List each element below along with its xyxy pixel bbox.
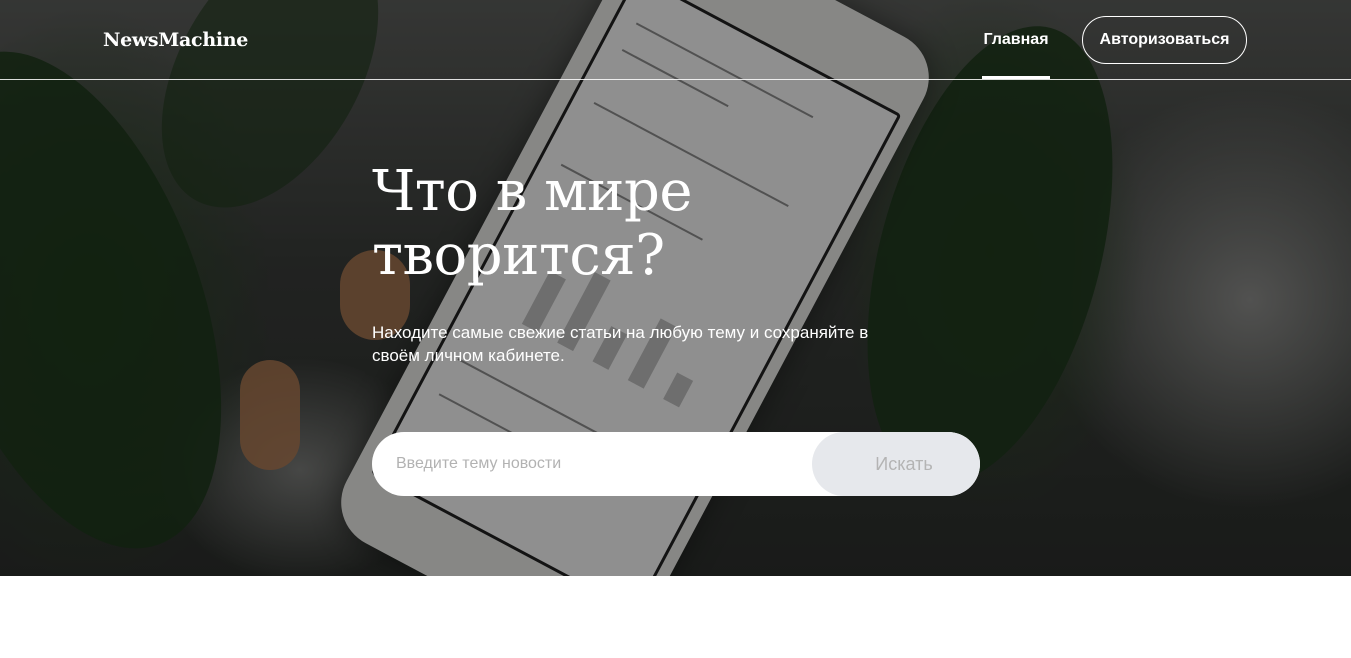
search-button[interactable]: Искать xyxy=(812,432,980,496)
hero-section: NewsMachine Главная Авторизоваться Что в… xyxy=(0,0,1351,576)
nav-link-home[interactable]: Главная xyxy=(982,0,1050,79)
top-navigation-bar: NewsMachine Главная Авторизоваться xyxy=(0,0,1351,80)
site-logo[interactable]: NewsMachine xyxy=(103,29,248,51)
hero-content: Что в мире творится? Находите самые свеж… xyxy=(372,160,992,367)
hero-title: Что в мире творится? xyxy=(372,159,692,288)
news-search-form: Искать xyxy=(372,432,980,496)
hero-subtitle: Находите самые свежие статьи на любую те… xyxy=(372,323,869,365)
login-button[interactable]: Авторизоваться xyxy=(1082,16,1247,64)
nav-link-home-label: Главная xyxy=(983,30,1049,48)
